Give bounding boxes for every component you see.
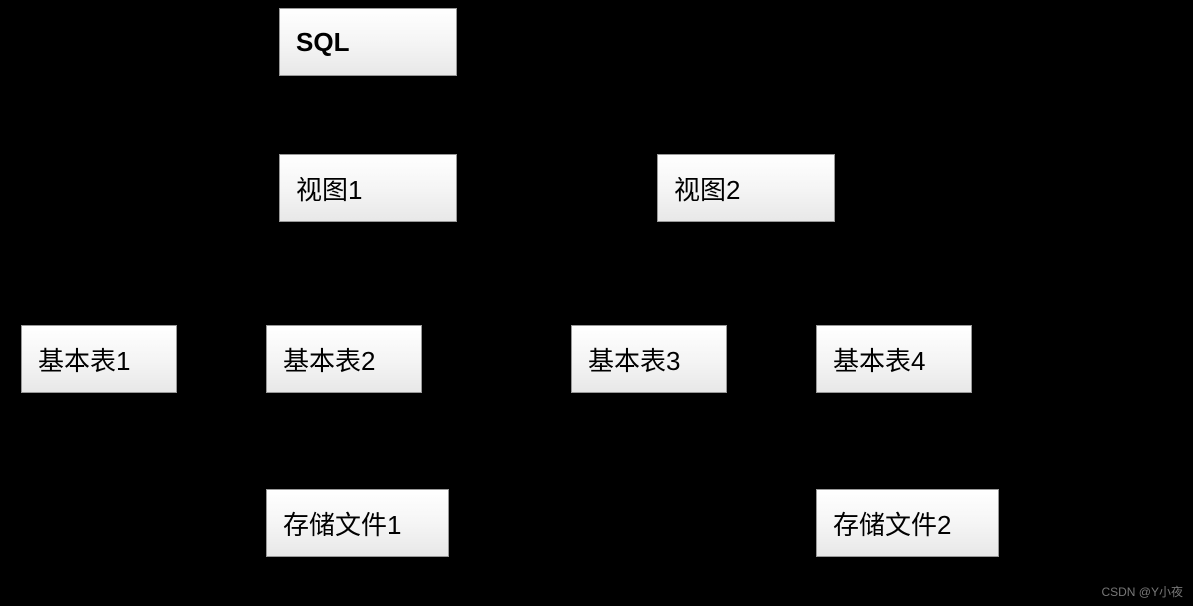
node-table3: 基本表3 bbox=[571, 325, 727, 393]
node-table1-label: 基本表1 bbox=[38, 341, 130, 378]
node-file1: 存储文件1 bbox=[266, 489, 449, 557]
node-view2: 视图2 bbox=[657, 154, 835, 222]
watermark: CSDN @Y小夜 bbox=[1101, 583, 1183, 600]
node-view2-label: 视图2 bbox=[674, 170, 740, 207]
node-file2: 存储文件2 bbox=[816, 489, 999, 557]
node-table4-label: 基本表4 bbox=[833, 341, 925, 378]
node-table4: 基本表4 bbox=[816, 325, 972, 393]
node-table3-label: 基本表3 bbox=[588, 341, 680, 378]
node-sql-label: SQL bbox=[296, 27, 349, 58]
watermark-text: CSDN @Y小夜 bbox=[1101, 585, 1183, 599]
node-table2: 基本表2 bbox=[266, 325, 422, 393]
node-file1-label: 存储文件1 bbox=[283, 505, 401, 542]
node-table2-label: 基本表2 bbox=[283, 341, 375, 378]
node-sql: SQL bbox=[279, 8, 457, 76]
node-table1: 基本表1 bbox=[21, 325, 177, 393]
node-view1-label: 视图1 bbox=[296, 170, 362, 207]
node-view1: 视图1 bbox=[279, 154, 457, 222]
node-file2-label: 存储文件2 bbox=[833, 505, 951, 542]
